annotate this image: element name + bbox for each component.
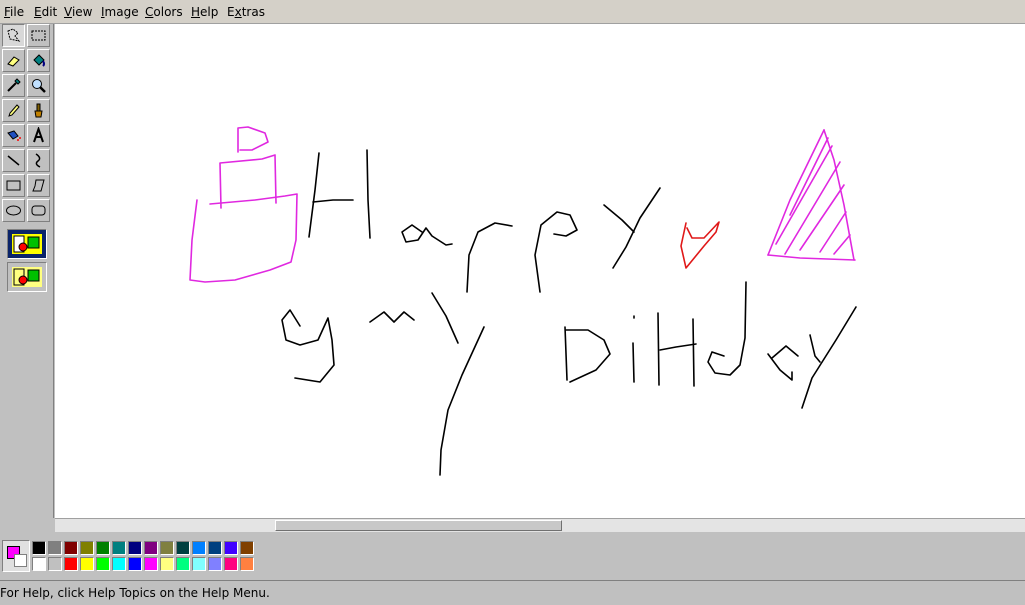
scrollbar-thumb[interactable] [275, 520, 562, 531]
palette-swatch[interactable] [80, 541, 94, 555]
curve-tool[interactable] [27, 149, 50, 172]
palette-swatch[interactable] [96, 557, 110, 571]
text-icon [33, 127, 44, 143]
palette-swatch[interactable] [80, 557, 94, 571]
palette-swatch[interactable] [32, 557, 46, 571]
party-hat-drawing [767, 129, 856, 261]
menu-file[interactable]: File [4, 5, 24, 19]
polygon-icon [32, 179, 45, 192]
palette-swatch[interactable] [64, 557, 78, 571]
text-tool[interactable] [27, 124, 50, 147]
menu-colors[interactable]: Colors [145, 5, 183, 19]
pencil-icon [8, 104, 20, 117]
palette-swatch[interactable] [240, 541, 254, 555]
cake-drawing [189, 126, 298, 283]
airbrush-icon [7, 130, 21, 141]
menu-view[interactable]: View [64, 5, 92, 19]
line-tool[interactable] [2, 149, 25, 172]
brush-icon [34, 103, 43, 118]
ellipse-icon [6, 205, 21, 216]
rounded-rectangle-icon [31, 205, 46, 216]
palette-swatch[interactable] [64, 541, 78, 555]
palette-swatch[interactable] [224, 557, 238, 571]
ellipse-tool[interactable] [2, 199, 25, 222]
pencil-tool[interactable] [2, 99, 25, 122]
menu-bar: File Edit View Image Colors Help Extras [0, 0, 1025, 24]
palette-swatch[interactable] [224, 541, 238, 555]
menu-extras[interactable]: Extras [227, 5, 265, 19]
opaque-option-button[interactable] [7, 229, 47, 259]
palette-swatch[interactable] [160, 541, 174, 555]
curve-icon [35, 153, 41, 168]
current-colors[interactable] [2, 540, 30, 572]
magnifier-icon [32, 79, 46, 93]
palette-swatch[interactable] [192, 557, 206, 571]
fill-bucket-tool[interactable] [27, 49, 50, 72]
palette-swatch[interactable] [144, 557, 158, 571]
eraser-icon [7, 56, 20, 67]
transparent-option-button[interactable] [7, 262, 47, 292]
eraser-tool[interactable] [2, 49, 25, 72]
gay-text-drawing [281, 292, 485, 476]
rectangle-tool[interactable] [2, 174, 25, 197]
palette-swatch[interactable] [128, 557, 142, 571]
palette-swatch[interactable] [48, 557, 62, 571]
palette-swatch[interactable] [112, 541, 126, 555]
palette-swatch[interactable] [32, 541, 46, 555]
toolbox [0, 24, 54, 518]
rounded-rectangle-tool[interactable] [27, 199, 50, 222]
color-picker-tool[interactable] [2, 74, 25, 97]
drawing-canvas[interactable] [55, 24, 1025, 518]
free-form-select-icon [7, 28, 21, 42]
status-bar: For Help, click Help Topics on the Help … [0, 580, 1025, 605]
color-picker-icon [7, 78, 21, 92]
happy-text-drawing [308, 149, 661, 293]
palette-swatch[interactable] [240, 557, 254, 571]
brush-tool[interactable] [27, 99, 50, 122]
palette-swatch[interactable] [160, 557, 174, 571]
palette-swatch[interactable] [208, 541, 222, 555]
palette-swatch[interactable] [96, 541, 110, 555]
opaque-shapes-icon [12, 234, 42, 254]
palette-swatch[interactable] [192, 541, 206, 555]
status-text: For Help, click Help Topics on the Help … [0, 586, 270, 600]
rect-select-tool[interactable] [27, 24, 50, 47]
free-form-select-tool[interactable] [2, 24, 25, 47]
palette-swatch[interactable] [176, 541, 190, 555]
fill-bucket-icon [33, 54, 45, 67]
transparent-shapes-icon [12, 267, 42, 287]
rectangle-icon [6, 180, 21, 191]
horizontal-scrollbar[interactable] [55, 518, 1025, 532]
rect-select-icon [31, 30, 46, 41]
heart-drawing [680, 221, 720, 269]
canvas-drawing [189, 126, 857, 476]
menu-help[interactable]: Help [191, 5, 218, 19]
menu-image[interactable]: Image [101, 5, 139, 19]
dihday-text-drawing [564, 281, 857, 409]
palette-swatch[interactable] [128, 541, 142, 555]
line-icon [7, 155, 20, 166]
palette-swatch[interactable] [176, 557, 190, 571]
magnifier-tool[interactable] [27, 74, 50, 97]
airbrush-tool[interactable] [2, 124, 25, 147]
polygon-tool[interactable] [27, 174, 50, 197]
color-palette [0, 532, 1025, 578]
palette-swatch[interactable] [208, 557, 222, 571]
palette-swatch[interactable] [144, 541, 158, 555]
palette-swatch[interactable] [112, 557, 126, 571]
background-color-swatch[interactable] [14, 554, 27, 567]
menu-edit[interactable]: Edit [34, 5, 57, 19]
palette-swatch[interactable] [48, 541, 62, 555]
